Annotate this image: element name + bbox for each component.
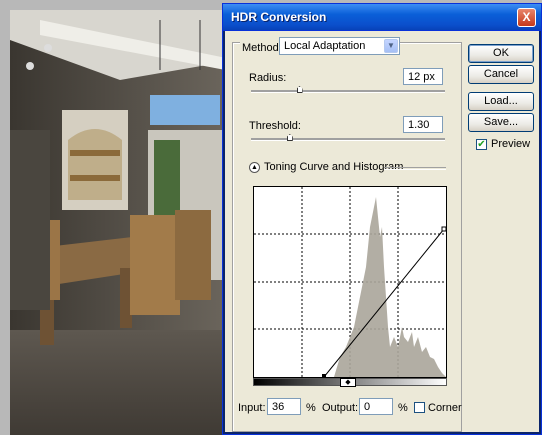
ok-button[interactable]: OK xyxy=(468,44,534,63)
method-value: Local Adaptation xyxy=(284,40,366,52)
section-divider xyxy=(384,167,446,170)
threshold-slider-track[interactable] xyxy=(251,138,445,141)
save-button[interactable]: Save... xyxy=(468,113,534,132)
load-button[interactable]: Load... xyxy=(468,92,534,111)
method-select[interactable]: Local Adaptation ▼ xyxy=(279,37,400,55)
cancel-button[interactable]: Cancel xyxy=(468,65,534,84)
dining-room-image xyxy=(0,0,236,435)
corner-checkbox[interactable] xyxy=(414,402,425,413)
radius-label: Radius: xyxy=(249,72,287,84)
dialog-title: HDR Conversion xyxy=(231,10,327,24)
input-field[interactable]: 36 xyxy=(267,398,301,415)
output-unit: % xyxy=(398,402,408,414)
vertical-gradient-bar xyxy=(251,48,253,378)
photo-preview xyxy=(0,0,236,435)
curve-graphic xyxy=(254,187,447,378)
input-label: Input: xyxy=(238,402,266,414)
radius-field[interactable]: 12 px xyxy=(403,68,443,85)
radius-slider-track[interactable] xyxy=(251,90,445,93)
method-label: Method: xyxy=(240,42,284,54)
title-bar[interactable]: HDR Conversion X xyxy=(223,4,541,31)
threshold-label: Threshold: xyxy=(249,120,301,132)
toning-curve-label: Toning Curve and Histogram xyxy=(264,161,404,173)
hdr-conversion-dialog: HDR Conversion X Method: Local Adaptatio… xyxy=(222,3,542,435)
midpoint-slider[interactable]: ◆ xyxy=(340,378,356,387)
corner-label: Corner xyxy=(428,402,462,414)
chevron-down-icon[interactable]: ▼ xyxy=(384,39,398,53)
toning-curve-histogram[interactable] xyxy=(253,186,447,378)
output-label: Output: xyxy=(322,402,359,414)
input-unit: % xyxy=(306,402,316,414)
threshold-field[interactable]: 1.30 xyxy=(403,116,443,133)
close-button[interactable]: X xyxy=(517,8,536,27)
output-field[interactable]: 0 xyxy=(359,398,393,415)
preview-label: Preview xyxy=(491,138,531,150)
preview-checkbox[interactable]: ✔ xyxy=(476,139,487,150)
